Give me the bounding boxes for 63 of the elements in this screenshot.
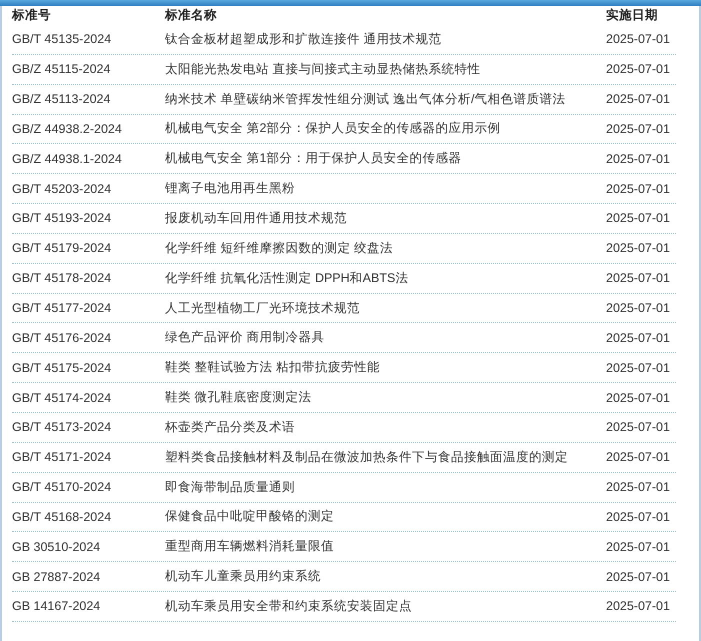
table-cell-text: GB/Z 44938.2-2024 [12,122,123,136]
table-cell: 2025-07-01 [606,122,670,136]
table-cell-text: GB/T 45168-2024 [12,510,112,524]
table-cell-text: 锂离子电池用再生黑粉 [165,180,296,198]
table-cell: 2025-07-01 [606,599,670,614]
table-cell-text: 化学纤维 抗氧化活性测定 DPPH和ABTS法 [165,270,410,287]
table-cell-text: 钛合金板材超塑成形和扩散连接件 通用技术规范 [165,30,442,48]
table-cell-text: GB/T 45178-2024 [12,271,112,286]
column-header: 实施日期 [606,7,659,24]
table-cell-text: GB/Z 45113-2024 [12,92,112,106]
table-cell-text: 绿色产品评价 商用制冷器具 [165,329,326,346]
table-cell: 2025-07-01 [606,32,670,46]
table-cell-text: 机械电气安全 第2部分：保护人员安全的传感器的应用示例 [165,120,502,138]
table-cell: 2025-07-01 [606,330,670,345]
table-cell-text: 鞋类 整鞋试验方法 粘扣带抗疲劳性能 [165,359,381,376]
table-cell-text: GB/T 45174-2024 [12,390,112,405]
table-cell: 2025-07-01 [606,182,670,196]
table-cell-text: GB 27887-2024 [12,570,102,584]
table-cell: 2025-07-01 [606,271,670,286]
table-cell-text: GB/T 45135-2024 [12,32,112,46]
table-cell: 2025-07-01 [606,450,670,464]
table-cell: 2025-07-01 [606,510,670,524]
table-cell: 2025-07-01 [606,570,670,584]
table-cell-text: GB 14167-2024 [12,599,102,614]
table-cell-text: GB/T 45179-2024 [12,241,112,256]
table-cell-text: 重型商用车辆燃料消耗量限值 [165,538,335,556]
table-cell-text: GB/T 45193-2024 [12,211,112,226]
table-cell-text: 机动车儿童乘员用约束系统 [165,568,322,586]
table-cell-text: 人工光型植物工厂光环境技术规范 [165,300,361,317]
table-cell-text: 鞋类 微孔鞋底密度测定法 [165,389,312,406]
table-cell-text: GB/Z 45115-2024 [12,62,112,76]
table-cell: 2025-07-01 [606,390,670,405]
table-cell-text: 机动车乘员用安全带和约束系统安装固定点 [165,598,413,615]
table-cell: 2025-07-01 [606,540,670,554]
table-cell-text: 塑料类食品接触材料及制品在微波加热条件下与食品接触面温度的测定 [165,448,569,466]
table-cell-text: 保健食品中吡啶甲酸铬的测定 [165,508,335,526]
table-cell-text: 报废机动车回用件通用技术规范 [165,210,348,227]
table-cell-text: GB/T 45173-2024 [12,420,112,434]
table-cell-text: GB/T 45171-2024 [12,450,112,464]
table-cell-text: GB 30510-2024 [12,540,102,554]
table-cell-text: 机械电气安全 第1部分：用于保护人员安全的传感器 [165,150,462,168]
table-cell: 2025-07-01 [606,211,670,226]
table-cell: 2025-07-01 [606,420,670,434]
table-cell-text: GB/T 45203-2024 [12,182,112,196]
table-cell-text: 太阳能光热发电站 直接与间接式主动显热储热系统特性 [165,60,482,78]
table-cell: 2025-07-01 [606,152,670,166]
table-cell: 2025-07-01 [606,301,670,316]
table-cell-text: 化学纤维 短纤维摩擦因数的测定 绞盘法 [165,240,394,257]
table-cell: 2025-07-01 [606,62,670,76]
table-cell: 2025-07-01 [606,241,670,256]
table-cell: 2025-07-01 [606,360,670,375]
table-cell-text: GB/Z 44938.1-2024 [12,152,123,166]
table-cell-text: 即食海带制品质量通则 [165,478,296,496]
table-cell-text: GB/T 45177-2024 [12,301,112,316]
table-cell-text: GB/T 45175-2024 [12,360,112,375]
table-cell-text: GB/T 45170-2024 [12,480,112,494]
table-cell-text: GB/T 45176-2024 [12,330,112,345]
table-cell: 2025-07-01 [606,480,670,494]
table-cell: 2025-07-01 [606,92,670,106]
table-cell-text: 杯壶类产品分类及术语 [165,418,296,436]
column-header: 标准名称 [165,7,218,24]
table-cell-text: 纳米技术 单壁碳纳米管挥发性组分测试 逸出气体分析/气相色谱质谱法 [165,90,566,108]
column-header: 标准号 [12,7,52,24]
